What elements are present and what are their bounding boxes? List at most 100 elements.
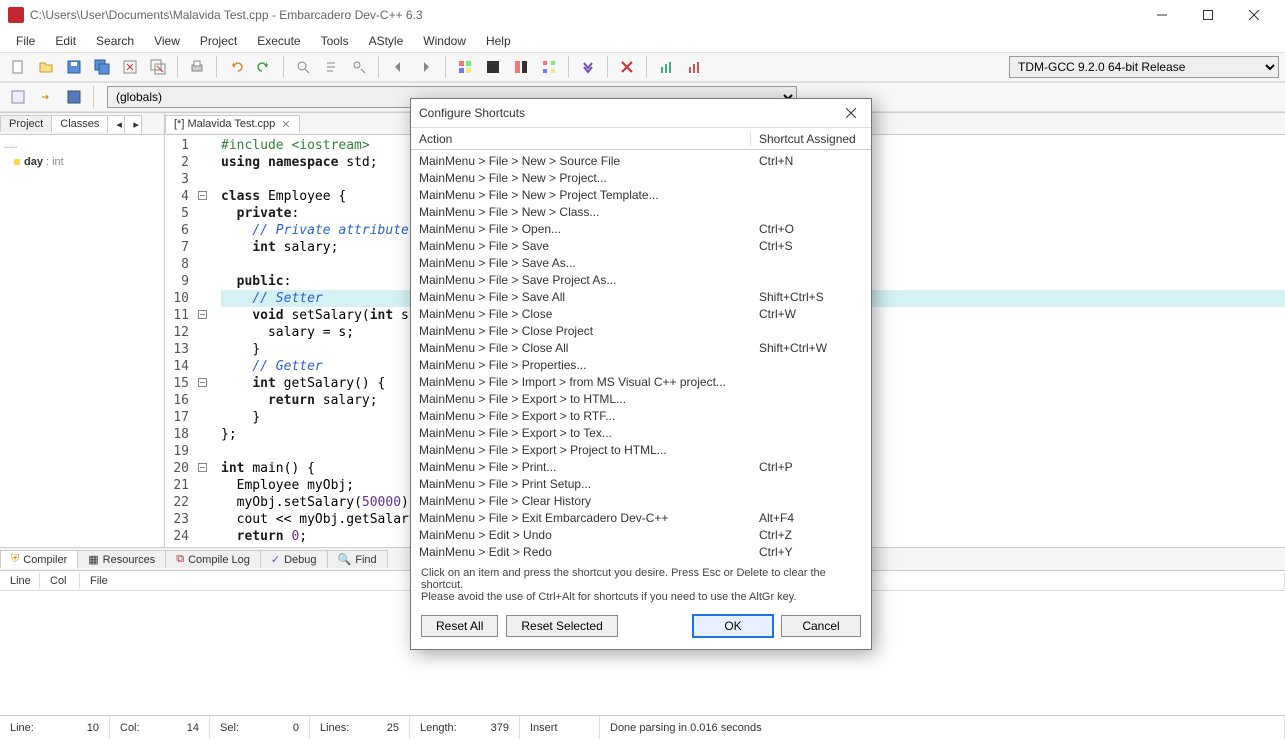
- compiler-select[interactable]: TDM-GCC 9.2.0 64-bit Release: [1009, 56, 1279, 78]
- print-icon[interactable]: [185, 55, 209, 79]
- close-all-icon[interactable]: [146, 55, 170, 79]
- shortcut-row[interactable]: MainMenu > Edit > UndoCtrl+Z: [411, 526, 871, 543]
- col-action-header[interactable]: Action: [411, 132, 751, 146]
- debug-icon[interactable]: [576, 55, 600, 79]
- debug-icon: ✓: [271, 553, 280, 566]
- tree-node-day[interactable]: day : int: [14, 156, 160, 168]
- tab-debug[interactable]: ✓Debug: [260, 550, 328, 568]
- tab-prev-icon[interactable]: ◂: [107, 115, 125, 133]
- save-icon[interactable]: [62, 55, 86, 79]
- menu-execute[interactable]: Execute: [247, 31, 310, 51]
- shortcut-row[interactable]: MainMenu > File > Print...Ctrl+P: [411, 458, 871, 475]
- menu-edit[interactable]: Edit: [45, 31, 86, 51]
- reset-selected-button[interactable]: Reset Selected: [506, 615, 617, 637]
- menu-window[interactable]: Window: [413, 31, 476, 51]
- close-tab-icon[interactable]: ✕: [281, 118, 290, 131]
- shortcut-row[interactable]: MainMenu > File > Import > from MS Visua…: [411, 373, 871, 390]
- menu-file[interactable]: File: [6, 31, 45, 51]
- menu-help[interactable]: Help: [476, 31, 521, 51]
- tab-project[interactable]: Project: [0, 115, 52, 132]
- tab-classes[interactable]: Classes: [51, 115, 108, 132]
- rebuild-icon[interactable]: [537, 55, 561, 79]
- profile-icon[interactable]: [654, 55, 678, 79]
- log-icon: ⧉: [176, 553, 184, 566]
- shortcut-row[interactable]: MainMenu > Edit > RedoCtrl+Y: [411, 543, 871, 558]
- shortcut-row[interactable]: MainMenu > File > New > Project...: [411, 169, 871, 186]
- redo-icon[interactable]: [252, 55, 276, 79]
- menu-astyle[interactable]: AStyle: [359, 31, 414, 51]
- shortcut-row[interactable]: MainMenu > File > CloseCtrl+W: [411, 305, 871, 322]
- status-bar: Line:10 Col:14 Sel:0 Lines:25 Length:379…: [0, 715, 1285, 739]
- menu-bar: FileEditSearchViewProjectExecuteToolsASt…: [0, 30, 1285, 52]
- back-icon[interactable]: [386, 55, 410, 79]
- cancel-button[interactable]: Cancel: [781, 615, 861, 637]
- app-icon: [8, 7, 24, 23]
- shortcut-row[interactable]: MainMenu > File > SaveCtrl+S: [411, 237, 871, 254]
- tab-compile-log[interactable]: ⧉Compile Log: [165, 550, 261, 568]
- shortcut-row[interactable]: MainMenu > File > New > Source FileCtrl+…: [411, 152, 871, 169]
- tab-compiler[interactable]: ⛨Compiler: [0, 550, 78, 568]
- variable-icon: [14, 159, 20, 165]
- title-bar: C:\Users\User\Documents\Malavida Test.cp…: [0, 0, 1285, 30]
- open-icon[interactable]: [34, 55, 58, 79]
- tab-find-results[interactable]: 🔍Find: [327, 550, 388, 568]
- reset-all-button[interactable]: Reset All: [421, 615, 498, 637]
- goto-icon[interactable]: [34, 85, 58, 109]
- profile-delete-icon[interactable]: [682, 55, 706, 79]
- shortcut-row[interactable]: MainMenu > File > New > Class...: [411, 203, 871, 220]
- shortcut-row[interactable]: MainMenu > File > Clear History: [411, 492, 871, 509]
- shortcut-row[interactable]: MainMenu > File > Save Project As...: [411, 271, 871, 288]
- new-file-icon[interactable]: [6, 55, 30, 79]
- close-button[interactable]: [1231, 0, 1277, 30]
- compile-icon[interactable]: [453, 55, 477, 79]
- menu-tools[interactable]: Tools: [311, 31, 359, 51]
- window-title: C:\Users\User\Documents\Malavida Test.cp…: [30, 8, 1139, 22]
- shortcut-row[interactable]: MainMenu > File > Properties...: [411, 356, 871, 373]
- shortcut-row[interactable]: MainMenu > File > Print Setup...: [411, 475, 871, 492]
- col-col[interactable]: Col: [40, 573, 80, 589]
- shortcut-list[interactable]: MainMenu > File > New > Source FileCtrl+…: [411, 150, 871, 558]
- shortcut-row[interactable]: MainMenu > File > Open...Ctrl+O: [411, 220, 871, 237]
- stop-icon[interactable]: [615, 55, 639, 79]
- configure-shortcuts-dialog: Configure Shortcuts Action Shortcut Assi…: [410, 98, 872, 650]
- shortcut-row[interactable]: MainMenu > File > Close Project: [411, 322, 871, 339]
- shortcut-row[interactable]: MainMenu > File > Close AllShift+Ctrl+W: [411, 339, 871, 356]
- menu-search[interactable]: Search: [86, 31, 144, 51]
- tab-resources[interactable]: ▦Resources: [77, 550, 166, 568]
- col-line[interactable]: Line: [0, 573, 40, 589]
- shield-icon: ⛨: [11, 553, 19, 566]
- run-icon[interactable]: [481, 55, 505, 79]
- find-icon: 🔍: [338, 553, 352, 566]
- find-next-icon[interactable]: [347, 55, 371, 79]
- shortcut-row[interactable]: MainMenu > File > Save As...: [411, 254, 871, 271]
- shortcut-row[interactable]: MainMenu > File > Export > Project to HT…: [411, 441, 871, 458]
- dialog-close-button[interactable]: [839, 101, 863, 125]
- class-tree[interactable]: ┈┈ day : int: [0, 135, 164, 547]
- file-tab-malavida[interactable]: [*] Malavida Test.cpp ✕: [165, 115, 300, 133]
- forward-icon[interactable]: [414, 55, 438, 79]
- shortcut-row[interactable]: MainMenu > File > Exit Embarcadero Dev-C…: [411, 509, 871, 526]
- minimize-button[interactable]: [1139, 0, 1185, 30]
- dialog-hint: Click on an item and press the shortcut …: [411, 558, 871, 607]
- new-class-icon[interactable]: [6, 85, 30, 109]
- left-panel: Project Classes ◂ ▸ ┈┈ day : int: [0, 113, 165, 547]
- shortcut-row[interactable]: MainMenu > File > New > Project Template…: [411, 186, 871, 203]
- shortcut-row[interactable]: MainMenu > File > Export > to RTF...: [411, 407, 871, 424]
- menu-view[interactable]: View: [144, 31, 190, 51]
- col-shortcut-header[interactable]: Shortcut Assigned: [751, 132, 871, 146]
- bookmark-icon[interactable]: [62, 85, 86, 109]
- maximize-button[interactable]: [1185, 0, 1231, 30]
- menu-project[interactable]: Project: [190, 31, 247, 51]
- find-icon[interactable]: [291, 55, 315, 79]
- ok-button[interactable]: OK: [693, 615, 773, 637]
- close-file-icon[interactable]: [118, 55, 142, 79]
- compile-run-icon[interactable]: [509, 55, 533, 79]
- undo-icon[interactable]: [224, 55, 248, 79]
- file-tab-label: [*] Malavida Test.cpp: [174, 118, 275, 130]
- save-all-icon[interactable]: [90, 55, 114, 79]
- shortcut-row[interactable]: MainMenu > File > Export > to Tex...: [411, 424, 871, 441]
- shortcut-row[interactable]: MainMenu > File > Save AllShift+Ctrl+S: [411, 288, 871, 305]
- replace-icon[interactable]: [319, 55, 343, 79]
- tab-next-icon[interactable]: ▸: [124, 115, 142, 133]
- shortcut-row[interactable]: MainMenu > File > Export > to HTML...: [411, 390, 871, 407]
